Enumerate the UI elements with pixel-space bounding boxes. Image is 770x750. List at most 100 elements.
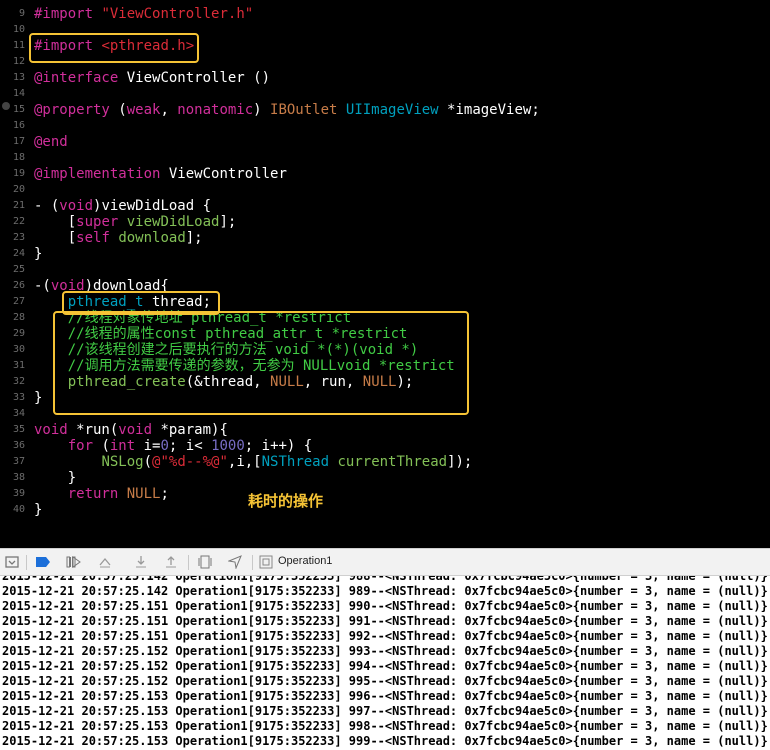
toolbar-separator <box>26 555 27 570</box>
code-line: 10 <box>0 22 770 38</box>
line-number: 17 <box>12 136 25 147</box>
console-line: 2015-12-21 20:57:25.151 Operation1[9175:… <box>2 614 768 628</box>
code-text: for (int i=0; i< 1000; i++) { <box>67 438 313 454</box>
code-line: 15 @property (weak, nonatomic) IBOutlet U… <box>0 102 770 118</box>
line-number: 19 <box>12 168 25 179</box>
code-editor[interactable]: 9 #import "ViewController.h" 10 11 #import <… <box>0 0 770 548</box>
code-line: 36 for (int i=0; i< 1000; i++) { <box>0 438 770 454</box>
line-number: 33 <box>12 392 25 403</box>
line-number: 26 <box>12 280 25 291</box>
code-line: 35 void *run(void *param){ <box>0 422 770 438</box>
code-line: 17 @end <box>0 134 770 150</box>
code-text: } <box>34 470 77 486</box>
code-line: 25 <box>0 262 770 278</box>
line-number: 39 <box>12 488 25 499</box>
code-line: 31 //调用方法需要传递的参数，无参为 NULLvoid *restrict <box>0 358 770 374</box>
toolbar-separator <box>252 555 253 570</box>
code-text: [self download]; <box>34 230 203 246</box>
hide-debug-area-icon[interactable] <box>4 554 20 570</box>
console-line: 2015-12-21 20:57:25.152 Operation1[9175:… <box>2 674 768 688</box>
code-text: //线程的属性const pthread_attr_t *restrict <box>34 326 408 342</box>
line-number: 15 <box>12 104 25 115</box>
console-line: 2015-12-21 20:57:25.153 Operation1[9175:… <box>2 734 768 748</box>
step-out-icon[interactable] <box>162 554 180 570</box>
code-line: 16 <box>0 118 770 134</box>
code-text: //调用方法需要传递的参数，无参为 NULLvoid *restrict <box>34 358 455 374</box>
code-line: 21 - (void)viewDidLoad { <box>0 198 770 214</box>
line-number: 38 <box>12 472 25 483</box>
code-text: #import "ViewController.h" <box>34 6 254 22</box>
code-line: 34 <box>0 406 770 422</box>
line-number: 25 <box>12 264 25 275</box>
code-text: } <box>34 246 43 262</box>
line-number: 32 <box>12 376 25 387</box>
code-line: 30 //该线程创建之后要执行的方法 void *(*)(void *) <box>0 342 770 358</box>
code-line: 14 <box>0 86 770 102</box>
code-line: 37 NSLog(@"%d--%@",i,[NSThread currentTh… <box>0 454 770 470</box>
code-text: void *run(void *param){ <box>34 422 228 438</box>
code-text: [super viewDidLoad]; <box>34 214 237 230</box>
debug-toolbar: Operation1 <box>0 548 770 576</box>
code-text: pthread_t thread; <box>67 294 212 310</box>
code-line: 38 } <box>0 470 770 486</box>
code-text: NSLog(@"%d--%@",i,[NSThread currentThrea… <box>101 454 473 470</box>
console-line: 2015-12-21 20:57:25.153 Operation1[9175:… <box>2 704 768 718</box>
line-number: 24 <box>12 248 25 259</box>
line-number: 27 <box>12 296 25 307</box>
console-line: 2015-12-21 20:57:25.152 Operation1[9175:… <box>2 644 768 658</box>
code-line: 39 return NULL; <box>0 486 770 502</box>
simulate-location-icon[interactable] <box>226 554 244 570</box>
breakpoints-toggle-icon[interactable] <box>34 554 52 570</box>
process-name[interactable]: Operation1 <box>278 555 332 567</box>
annotation-label: 耗时的操作 <box>248 492 324 510</box>
code-line: 28 //线程对象传地址 pthread_t *restrict <box>0 310 770 326</box>
code-text: @end <box>34 134 68 150</box>
code-line: 27 pthread_t thread; <box>0 294 770 310</box>
line-number: 18 <box>12 152 25 163</box>
code-line: 12 <box>0 54 770 70</box>
line-number: 21 <box>12 200 25 211</box>
code-text: - (void)viewDidLoad { <box>34 198 212 214</box>
view-hierarchy-icon[interactable] <box>196 554 214 570</box>
continue-icon[interactable] <box>66 554 84 570</box>
code-line: 11 #import <pthread.h> <box>0 38 770 54</box>
code-line: 18 <box>0 150 770 166</box>
line-number: 12 <box>12 56 25 67</box>
line-number: 37 <box>12 456 25 467</box>
code-text: //线程对象传地址 pthread_t *restrict <box>34 310 352 326</box>
line-number: 20 <box>12 184 25 195</box>
line-number: 16 <box>12 120 25 131</box>
console-line: 2015-12-21 20:57:25.153 Operation1[9175:… <box>2 719 768 733</box>
toolbar-separator <box>188 555 189 570</box>
code-line: 24} <box>0 246 770 262</box>
line-number: 31 <box>12 360 25 371</box>
code-line: 33} <box>0 390 770 406</box>
process-icon <box>258 554 274 570</box>
code-text: pthread_create(&thread, NULL, run, NULL)… <box>67 374 414 390</box>
code-text: @property (weak, nonatomic) IBOutlet UII… <box>34 102 540 118</box>
code-text: @interface ViewController () <box>34 70 271 86</box>
line-number: 34 <box>12 408 25 419</box>
code-line: 22 [super viewDidLoad]; <box>0 214 770 230</box>
code-text: #import <pthread.h> <box>34 38 195 54</box>
console-line: 2015-12-21 20:57:25.152 Operation1[9175:… <box>2 659 768 673</box>
line-number: 13 <box>12 72 25 83</box>
line-number: 11 <box>12 40 25 51</box>
code-line: 9 #import "ViewController.h" <box>0 6 770 22</box>
line-number: 28 <box>12 312 25 323</box>
step-over-icon[interactable] <box>96 554 114 570</box>
code-line: 26 -(void)download{ <box>0 278 770 294</box>
code-text: } <box>34 390 43 406</box>
code-line: 40} <box>0 502 770 518</box>
line-number: 10 <box>12 24 25 35</box>
console-line: 2015-12-21 20:57:25.142 Operation1[9175:… <box>2 576 768 583</box>
console-output[interactable]: 2015-12-21 20:57:25.142 Operation1[9175:… <box>0 576 770 750</box>
code-text: return NULL; <box>67 486 169 502</box>
code-text: } <box>34 502 43 518</box>
line-number: 36 <box>12 440 25 451</box>
step-into-icon[interactable] <box>132 554 150 570</box>
line-number: 22 <box>12 216 25 227</box>
line-number: 35 <box>12 424 25 435</box>
code-line: 19 @implementation ViewController <box>0 166 770 182</box>
code-line: 20 <box>0 182 770 198</box>
